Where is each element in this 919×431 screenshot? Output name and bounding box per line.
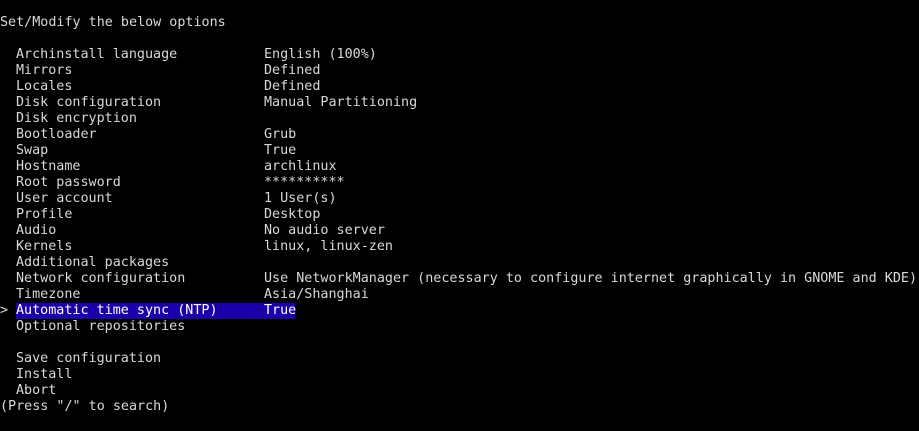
option-value: True — [264, 303, 297, 318]
menu-prompt: Set/Modify the below options — [0, 15, 226, 30]
option-value: 1 User(s) — [264, 191, 337, 206]
menu-item-profile[interactable]: Profile Desktop — [0, 207, 919, 223]
menu-item-audio[interactable]: Audio No audio server — [0, 223, 919, 239]
option-value: Defined — [264, 79, 321, 94]
menu-item-optional-repositories[interactable]: Optional repositories — [0, 319, 919, 335]
action-abort[interactable]: Abort — [0, 383, 919, 399]
menu-item-archinstall-language[interactable]: Archinstall language English (100%) — [0, 47, 919, 63]
menu-item-mirrors[interactable]: Mirrors Defined — [0, 63, 919, 79]
menu-item-network-configuration[interactable]: Network configuration Use NetworkManager… — [0, 271, 919, 287]
option-value: Defined — [264, 63, 321, 78]
option-value: linux, linux-zen — [264, 239, 393, 254]
option-value: Desktop — [264, 207, 321, 222]
menu-item-swap[interactable]: Swap True — [0, 143, 919, 159]
option-label: Network configuration — [16, 271, 186, 286]
option-label: Archinstall language — [16, 47, 178, 62]
option-label: Hostname — [16, 159, 81, 174]
option-label: Audio — [16, 223, 57, 238]
option-label: Disk encryption — [16, 111, 137, 126]
menu-item-root-password[interactable]: Root password ********** — [0, 175, 919, 191]
option-value: True — [264, 143, 297, 158]
menu-item-user-account[interactable]: User account 1 User(s) — [0, 191, 919, 207]
option-value: Use NetworkManager (necessary to configu… — [264, 271, 918, 286]
menu-item-kernels[interactable]: Kernels linux, linux-zen — [0, 239, 919, 255]
option-label: Automatic time sync (NTP) — [16, 303, 218, 318]
option-label: Additional packages — [16, 255, 170, 270]
option-value: No audio server — [264, 223, 385, 238]
option-label: Profile — [16, 207, 73, 222]
option-value: archlinux — [264, 159, 337, 174]
selection-cursor-icon: > — [0, 303, 9, 318]
option-value: Grub — [264, 127, 297, 142]
menu-item-hostname[interactable]: Hostname archlinux — [0, 159, 919, 175]
option-value: ********** — [264, 175, 345, 190]
menu-item-disk-configuration[interactable]: Disk configuration Manual Partitioning — [0, 95, 919, 111]
option-label: Optional repositories — [16, 319, 186, 334]
option-label: User account — [16, 191, 113, 206]
option-label: Swap — [16, 143, 49, 158]
option-label: Bootloader — [16, 127, 97, 142]
option-label: Timezone — [16, 287, 81, 302]
option-label: Kernels — [16, 239, 73, 254]
menu-item-bootloader[interactable]: Bootloader Grub — [0, 127, 919, 143]
option-value: Asia/Shanghai — [264, 287, 369, 302]
option-value: Manual Partitioning — [264, 95, 418, 110]
menu-item-timezone[interactable]: Timezone Asia/Shanghai — [0, 287, 919, 303]
option-label: Disk configuration — [16, 95, 162, 110]
action-save-configuration[interactable]: Save configuration — [0, 351, 919, 367]
search-hint: (Press "/" to search) — [0, 399, 170, 414]
option-label: Mirrors — [16, 63, 73, 78]
action-label: Abort — [16, 383, 57, 398]
option-label: Locales — [16, 79, 73, 94]
action-label: Save configuration — [16, 351, 162, 366]
menu-item-automatic-time-sync[interactable]: > Automatic time sync (NTP) True — [0, 303, 919, 319]
option-value: English (100%) — [264, 47, 377, 62]
menu-item-additional-packages[interactable]: Additional packages — [0, 255, 919, 271]
action-install[interactable]: Install — [0, 367, 919, 383]
option-label: Root password — [16, 175, 121, 190]
terminal-window: Set/Modify the below options Archinstall… — [0, 15, 919, 418]
menu-item-locales[interactable]: Locales Defined — [0, 79, 919, 95]
action-label: Install — [16, 367, 73, 382]
menu-item-disk-encryption[interactable]: Disk encryption — [0, 111, 919, 127]
